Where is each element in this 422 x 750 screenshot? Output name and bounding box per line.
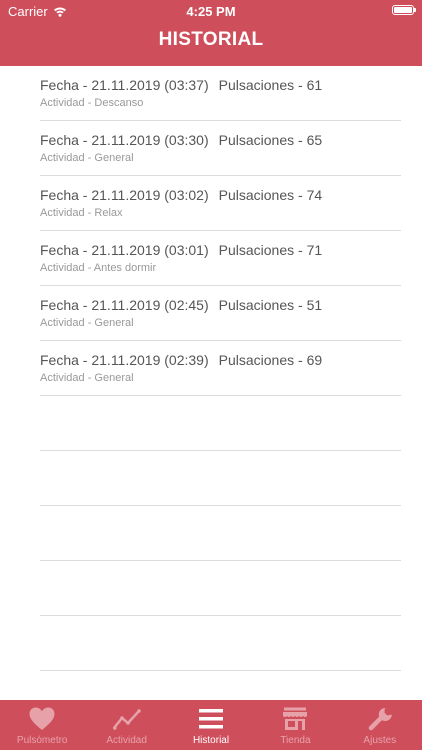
- tab-label: Ajustes: [363, 735, 397, 746]
- tab-actividad[interactable]: Actividad: [84, 700, 168, 750]
- activity-chart-icon: [112, 709, 141, 730]
- record-date: Fecha - 21.11.2019 (03:01): [40, 242, 209, 258]
- empty-row: [40, 451, 401, 506]
- record-pulse: Pulsaciones - 65: [218, 132, 323, 148]
- record-pulse: Pulsaciones - 74: [218, 187, 323, 203]
- record-pulse: Pulsaciones - 69: [218, 352, 323, 368]
- tab-tienda[interactable]: Tienda: [253, 700, 337, 750]
- navigation-header: Carrier 4:25 PM HISTORIAL: [0, 0, 422, 66]
- empty-row: [40, 396, 401, 451]
- battery-icon: [392, 5, 416, 15]
- history-list: Fecha - 21.11.2019 (03:37) Pulsaciones - …: [40, 66, 401, 671]
- record-date: Fecha - 21.11.2019 (03:30): [40, 132, 209, 148]
- tab-historial[interactable]: Historial: [169, 700, 253, 750]
- history-row[interactable]: Fecha - 21.11.2019 (02:45) Pulsaciones - …: [40, 286, 401, 341]
- record-pulse: Pulsaciones - 61: [218, 77, 323, 93]
- tab-pulsometro[interactable]: Pulsómetro: [0, 700, 84, 750]
- tab-label: Historial: [192, 735, 230, 746]
- store-icon: [283, 707, 308, 730]
- tab-label: Pulsómetro: [16, 735, 68, 746]
- heart-icon: [29, 707, 55, 730]
- list-icon: [199, 709, 224, 729]
- record-date: Fecha - 21.11.2019 (03:37): [40, 77, 209, 93]
- record-activity: Actividad - General: [40, 152, 134, 164]
- record-activity: Actividad - Descanso: [40, 97, 144, 109]
- empty-row: [40, 506, 401, 561]
- history-row[interactable]: Fecha - 21.11.2019 (02:39) Pulsaciones - …: [40, 341, 401, 396]
- tab-bar: Pulsómetro Actividad Historial Tienda Aj…: [0, 700, 422, 750]
- history-row[interactable]: Fecha - 21.11.2019 (03:01) Pulsaciones - …: [40, 231, 401, 286]
- tab-label: Tienda: [280, 735, 311, 746]
- record-date: Fecha - 21.11.2019 (02:45): [40, 297, 209, 313]
- record-date: Fecha - 21.11.2019 (03:02): [40, 187, 209, 203]
- empty-row: [40, 616, 401, 671]
- status-bar: Carrier 4:25 PM: [0, 0, 422, 22]
- page-title: HISTORIAL: [158, 29, 264, 50]
- status-time: 4:25 PM: [186, 4, 236, 19]
- record-date: Fecha - 21.11.2019 (02:39): [40, 352, 209, 368]
- record-activity: Actividad - Antes dormir: [40, 262, 157, 274]
- record-activity: Actividad - Relax: [40, 207, 123, 219]
- history-row[interactable]: Fecha - 21.11.2019 (03:30) Pulsaciones - …: [40, 121, 401, 176]
- history-row[interactable]: Fecha - 21.11.2019 (03:02) Pulsaciones - …: [40, 176, 401, 231]
- tab-ajustes[interactable]: Ajustes: [338, 700, 422, 750]
- tab-label: Actividad: [106, 735, 147, 746]
- empty-row: [40, 561, 401, 616]
- record-activity: Actividad - General: [40, 372, 134, 384]
- record-pulse: Pulsaciones - 71: [218, 242, 323, 258]
- wrench-icon: [368, 707, 392, 731]
- history-row[interactable]: Fecha - 21.11.2019 (03:37) Pulsaciones - …: [40, 66, 401, 121]
- record-pulse: Pulsaciones - 51: [218, 297, 323, 313]
- record-activity: Actividad - General: [40, 317, 134, 329]
